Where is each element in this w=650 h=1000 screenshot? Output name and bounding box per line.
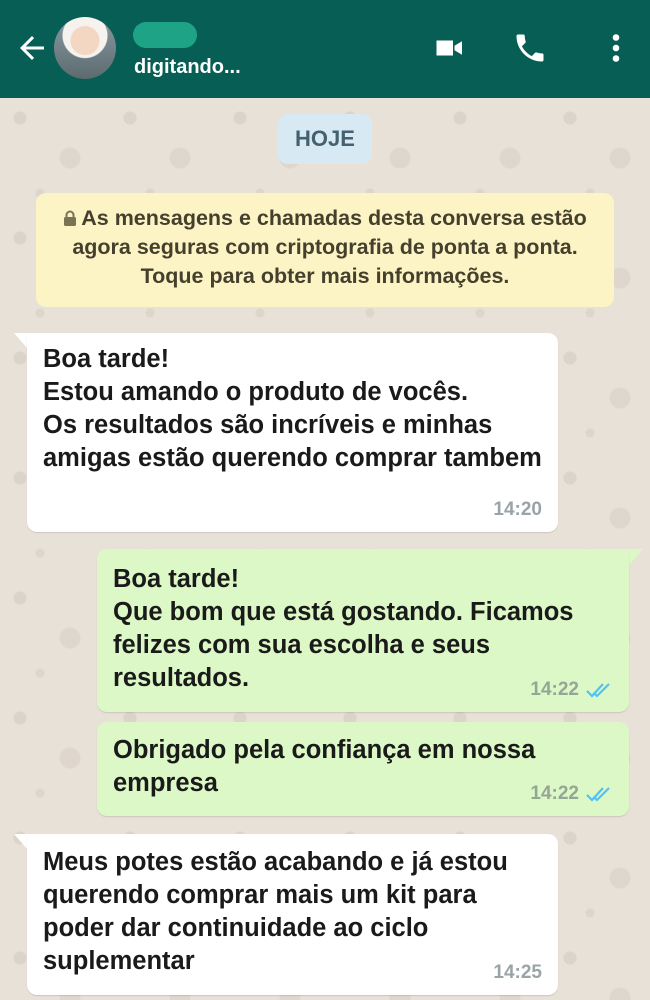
bubble-tail xyxy=(629,549,643,565)
message-time: 14:22 xyxy=(530,783,579,804)
message-text: Boa tarde! Estou amando o produto de voc… xyxy=(43,345,542,472)
contact-avatar[interactable] xyxy=(54,17,116,79)
typing-status: digitando... xyxy=(134,56,241,78)
lock-icon xyxy=(64,210,77,226)
double-check-icon xyxy=(586,683,610,698)
contact-name-redacted[interactable] xyxy=(133,22,197,48)
message-time: 14:22 xyxy=(530,679,579,700)
video-call-icon[interactable] xyxy=(430,30,470,66)
encryption-notice[interactable]: As mensagens e chamadas desta conversa e… xyxy=(36,193,614,307)
message-time: 14:25 xyxy=(493,962,542,983)
message-text: Boa tarde! Que bom que está gostando. Fi… xyxy=(113,565,574,692)
double-check-icon xyxy=(586,787,610,802)
back-arrow-icon[interactable] xyxy=(14,30,50,66)
message-incoming[interactable]: Boa tarde! Estou amando o produto de voc… xyxy=(27,333,558,532)
more-vert-icon[interactable] xyxy=(596,30,636,66)
date-divider: HOJE xyxy=(278,114,372,164)
bubble-tail xyxy=(14,834,28,850)
encryption-notice-text: As mensagens e chamadas desta conversa e… xyxy=(72,206,587,288)
phone-icon[interactable] xyxy=(510,30,550,66)
chat-header: digitando... xyxy=(0,0,650,98)
bubble-tail xyxy=(14,333,28,349)
message-text: Meus potes estão acabando e já estou que… xyxy=(43,848,508,975)
message-incoming[interactable]: Meus potes estão acabando e já estou que… xyxy=(27,834,558,995)
message-outgoing[interactable]: Obrigado pela confiança em nossa empresa… xyxy=(97,722,629,816)
message-time: 14:20 xyxy=(493,499,542,520)
message-outgoing[interactable]: Boa tarde! Que bom que está gostando. Fi… xyxy=(97,549,629,712)
